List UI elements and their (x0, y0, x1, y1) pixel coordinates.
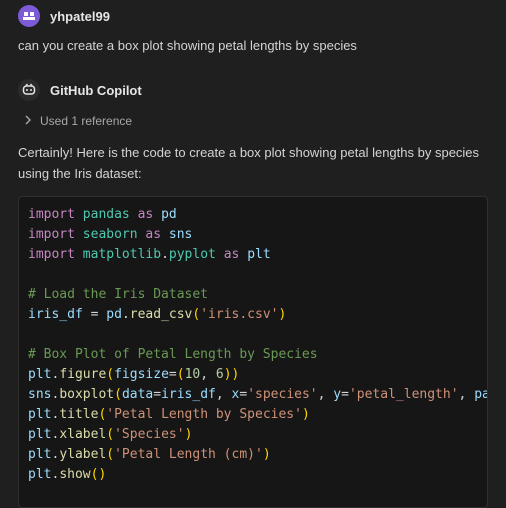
code-content: import pandas as pd import seaborn as sn… (28, 207, 487, 482)
chevron-right-icon (24, 114, 32, 128)
used-references-toggle[interactable]: Used 1 reference (24, 114, 132, 128)
assistant-answer: Certainly! Here is the code to create a … (18, 145, 480, 181)
copilot-icon (18, 79, 40, 101)
user-avatar-icon[interactable] (18, 5, 40, 27)
references-label: Used 1 reference (40, 114, 133, 128)
code-block[interactable]: import pandas as pd import seaborn as sn… (18, 196, 488, 508)
user-prompt: can you create a box plot showing petal … (18, 38, 357, 53)
assistant-name: GitHub Copilot (50, 82, 142, 98)
user-header: yhpatel99 (18, 5, 110, 27)
assistant-header: GitHub Copilot (18, 79, 142, 101)
user-name[interactable]: yhpatel99 (50, 9, 110, 24)
